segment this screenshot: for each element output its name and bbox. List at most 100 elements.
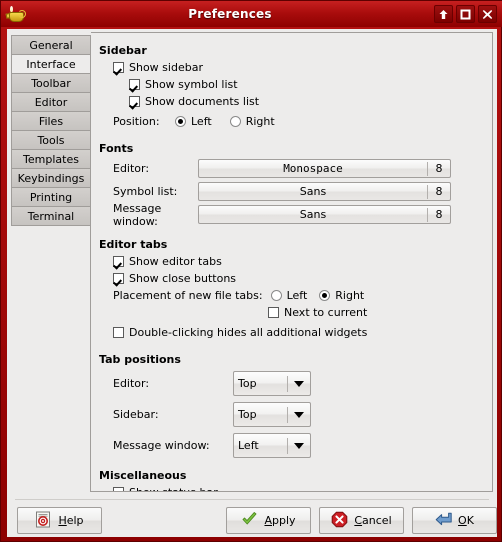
section-heading-tab-positions: Tab positions (99, 353, 181, 366)
combo-separator (287, 437, 288, 454)
next-to-current-label: Next to current (284, 306, 368, 319)
show-editor-tabs-checkbox[interactable]: Show editor tabs (113, 255, 222, 268)
genie-lamp-icon (5, 4, 26, 24)
tab-placement-right-radio[interactable]: Right (319, 289, 364, 302)
tab-strip-filler (11, 226, 91, 492)
section-heading-fonts: Fonts (99, 142, 134, 155)
sidebar-position-left-label: Left (191, 115, 212, 128)
double-click-hides-checkbox[interactable]: Double-clicking hides all additional wid… (113, 326, 367, 339)
font-message-window-label: Message window: (113, 201, 162, 228)
shade-button[interactable] (434, 5, 453, 23)
show-editor-tabs-row: Show editor tabs (99, 253, 484, 270)
window-controls (434, 5, 497, 23)
tabpos-sidebar-combo[interactable]: Top (233, 402, 311, 427)
font-message-window-button[interactable]: Sans 8 (198, 205, 451, 224)
show-sidebar-label: Show sidebar (129, 61, 203, 74)
checkbox-icon (113, 327, 124, 338)
next-to-current-row: Next to current (99, 304, 484, 321)
font-symbol-list-row: Symbol list: Sans 8 (99, 180, 484, 203)
show-close-buttons-label: Show close buttons (129, 272, 237, 285)
show-close-buttons-checkbox[interactable]: Show close buttons (113, 272, 236, 285)
show-symbol-list-label: Show symbol list (145, 78, 238, 91)
tab-label: Interface (26, 57, 76, 71)
close-button[interactable] (478, 5, 497, 23)
tab-printing[interactable]: Printing (11, 187, 91, 207)
tab-placement-left-label: Left (286, 289, 308, 302)
tab-terminal[interactable]: Terminal (11, 206, 91, 226)
tab-keybindings[interactable]: Keybindings (11, 168, 91, 188)
show-status-bar-checkbox[interactable]: Show status bar (113, 486, 218, 491)
checkbox-icon (129, 79, 140, 90)
double-click-hides-label: Double-clicking hides all additional wid… (129, 326, 368, 339)
tabpos-editor-label: Editor: (113, 377, 150, 390)
ok-label-rest: K (466, 513, 474, 527)
help-lifebuoy-icon (35, 511, 53, 529)
font-editor-row: Editor: Monospace 8 (99, 157, 484, 180)
show-documents-list-label: Show documents list (145, 95, 260, 108)
cancel-octagon-icon (331, 511, 349, 529)
show-symbol-list-checkbox[interactable]: Show symbol list (129, 78, 238, 91)
font-message-window-size: 8 (435, 208, 443, 221)
sidebar-position-left-radio[interactable]: Left (175, 115, 212, 128)
cancel-mnemonic: C (354, 513, 363, 527)
sidebar-position-row: Position: Left Right (99, 113, 484, 130)
show-documents-list-checkbox[interactable]: Show documents list (129, 95, 259, 108)
tab-label: Editor (34, 95, 68, 109)
show-sidebar-checkbox[interactable]: Show sidebar (113, 61, 203, 74)
tab-editor[interactable]: Editor (11, 92, 91, 112)
help-button-label: Help (58, 514, 83, 527)
apply-button[interactable]: Apply (226, 506, 311, 534)
combo-separator (287, 406, 288, 423)
chevron-down-icon (294, 411, 304, 418)
chevron-down-icon (294, 442, 304, 449)
chevron-down-icon (294, 380, 304, 387)
tab-label: General (29, 38, 73, 52)
tabpos-message-window-combo[interactable]: Left (233, 433, 311, 458)
next-to-current-checkbox[interactable]: Next to current (268, 306, 367, 319)
tab-files[interactable]: Files (11, 111, 91, 131)
sidebar-position-right-label: Right (245, 115, 275, 128)
checkbox-icon (129, 96, 140, 107)
help-mnemonic: H (58, 513, 67, 527)
tab-label: Toolbar (31, 76, 71, 90)
sidebar-position-label: Position: (113, 115, 160, 128)
font-message-window-row: Message window: Sans 8 (99, 201, 484, 228)
tabpos-editor-row: Editor: Top (99, 368, 484, 399)
tabpos-sidebar-label: Sidebar: (113, 408, 159, 421)
tab-toolbar[interactable]: Toolbar (11, 73, 91, 93)
cancel-button-label: Cancel (354, 514, 391, 527)
settings-tab-strip: General Interface Toolbar Editor Files T… (11, 32, 91, 492)
apply-mnemonic: A (264, 513, 272, 527)
show-editor-tabs-label: Show editor tabs (129, 255, 222, 268)
tabpos-editor-value: Top (238, 377, 257, 390)
maximize-button[interactable] (456, 5, 475, 23)
sidebar-position-right-radio[interactable]: Right (229, 115, 275, 128)
tab-general[interactable]: General (11, 35, 91, 55)
checkbox-icon (113, 273, 124, 284)
tabpos-message-window-row: Message window: Left (99, 430, 484, 461)
section-heading-miscellaneous: Miscellaneous (99, 469, 187, 482)
help-button[interactable]: Help (17, 506, 102, 534)
interface-settings-panel: Sidebar Show sidebar Show symbol list Sh… (91, 32, 493, 492)
tab-templates[interactable]: Templates (11, 149, 91, 169)
tab-placement-right-label: Right (335, 289, 365, 302)
cancel-button[interactable]: Cancel (319, 506, 404, 534)
tab-label: Tools (37, 133, 65, 147)
window-title: Preferences (188, 7, 272, 21)
preferences-dialog: General Interface Toolbar Editor Files T… (7, 29, 497, 537)
titlebar[interactable]: Preferences (1, 1, 502, 27)
tab-label: Terminal (27, 209, 75, 223)
font-editor-button[interactable]: Monospace 8 (198, 159, 451, 178)
tabpos-sidebar-value: Top (238, 408, 257, 421)
tabpos-editor-combo[interactable]: Top (233, 371, 311, 396)
double-click-hides-row: Double-clicking hides all additional wid… (99, 324, 484, 341)
font-symbol-list-label: Symbol list: (113, 185, 178, 198)
ok-button[interactable]: OK (412, 506, 497, 534)
tab-label: Templates (23, 152, 79, 166)
tab-interface[interactable]: Interface (11, 54, 91, 74)
tab-placement-left-radio[interactable]: Left (270, 289, 308, 302)
checkbox-icon (268, 307, 279, 318)
tab-tools[interactable]: Tools (11, 130, 91, 150)
font-symbol-list-button[interactable]: Sans 8 (198, 182, 451, 201)
tab-placement-label: Placement of new file tabs: (113, 289, 263, 302)
